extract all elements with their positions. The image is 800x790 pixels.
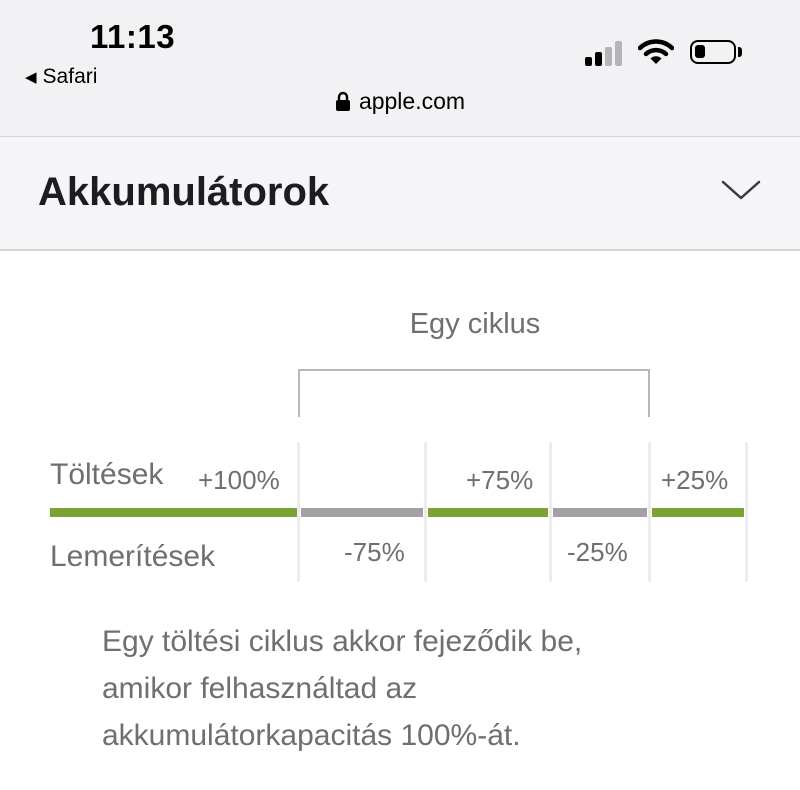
back-app-label: Safari — [42, 65, 98, 88]
accordion-header[interactable]: Akkumulátorok — [0, 137, 800, 251]
segment-divider — [297, 442, 300, 582]
charge-value-label: +100% — [198, 465, 280, 495]
charge-bar-25 — [652, 508, 744, 517]
back-to-safari-button[interactable]: ◀ Safari — [25, 65, 97, 89]
chevron-down-icon[interactable] — [720, 178, 762, 202]
charge-cycle-diagram: Egy ciklus Töltések Lemerítések +100% -7… — [0, 250, 800, 590]
segment-divider — [549, 442, 552, 582]
cycle-bracket — [298, 369, 650, 417]
caption: Egy töltési ciklus akkor fejeződik be, a… — [102, 618, 722, 759]
charge-bar-75 — [428, 508, 548, 517]
caption-line: amikor felhasználtad az — [102, 672, 418, 705]
segment-divider — [648, 442, 651, 582]
lock-icon — [335, 91, 350, 111]
discharge-value-label: -75% — [344, 537, 405, 567]
segment-divider — [424, 442, 427, 582]
caption-line: Egy töltési ciklus akkor fejeződik be, — [102, 625, 583, 658]
discharge-bar-25 — [553, 508, 647, 517]
battery-nub — [738, 47, 742, 57]
clock: 11:13 — [90, 18, 176, 55]
discharge-bar-75 — [301, 508, 423, 517]
back-triangle-icon: ◀ — [25, 69, 37, 86]
charge-value-label: +75% — [466, 465, 534, 495]
caption-line: akkumulátorkapacitás 100%-át. — [102, 719, 521, 752]
cellular-signal-icon — [585, 40, 627, 66]
status-bar: 11:13 ◀ Safari apple.com — [0, 0, 800, 137]
wifi-icon — [638, 39, 674, 64]
segment-divider — [745, 442, 748, 582]
section-title: Akkumulátorok — [38, 170, 330, 214]
url-text: apple.com — [358, 88, 466, 114]
battery-icon — [690, 40, 736, 64]
cycle-label: Egy ciklus — [409, 308, 541, 340]
discharge-value-label: -25% — [567, 537, 628, 567]
charge-value-label: +25% — [661, 465, 729, 495]
charge-row-label: Töltések — [50, 458, 164, 491]
discharge-row-label: Lemerítések — [50, 540, 216, 573]
charge-bar-100 — [50, 508, 297, 517]
address-bar[interactable]: apple.com — [0, 88, 800, 115]
